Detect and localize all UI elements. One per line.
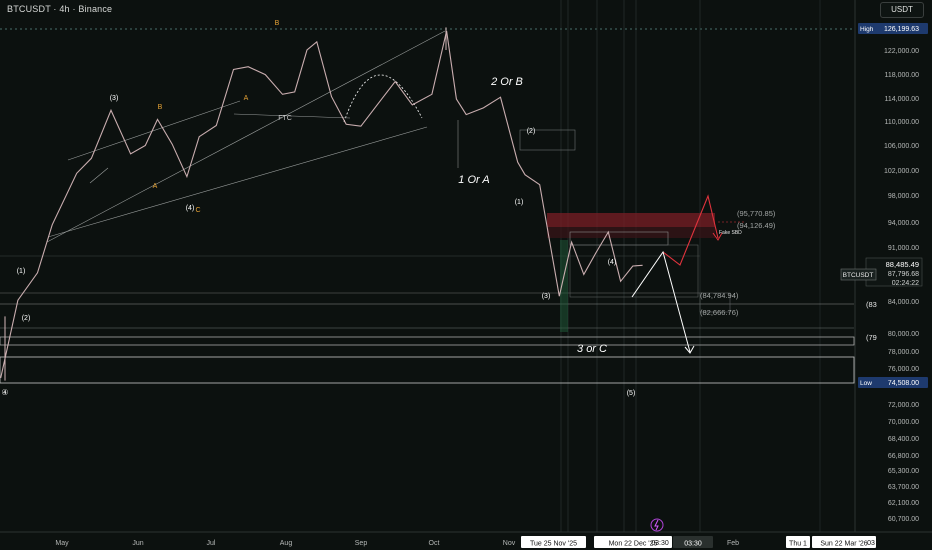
- wave-label: (5): [627, 390, 636, 397]
- price-axis-tick: 102,000.00: [884, 168, 919, 175]
- channel-line: [47, 126, 428, 238]
- time-axis-tick: Nov: [503, 540, 516, 547]
- time-axis-tick: Sep: [355, 540, 368, 547]
- wave-label: (4): [608, 259, 617, 266]
- prev-price: 87,796.68: [888, 271, 919, 278]
- crosshair-date: Sun 22 Mar '26: [820, 541, 867, 548]
- resistance-zone: [547, 213, 715, 227]
- event-icon: [650, 518, 664, 532]
- wave-label-major: 2 Or B: [490, 76, 523, 88]
- time-axis-tick: Oct: [429, 540, 440, 547]
- arc-curve: [343, 74, 423, 123]
- wave-label: FTC: [278, 115, 292, 122]
- price-axis-tick: 70,000.00: [888, 419, 919, 426]
- wave-label: (2): [527, 128, 536, 135]
- range-box: [569, 244, 699, 298]
- price-axis-tick: 94,000.00: [888, 220, 919, 227]
- wave-label: (3): [110, 95, 119, 102]
- high-value: 126,199.63: [884, 26, 919, 33]
- channel-line: [46, 30, 446, 243]
- price-axis-tick: 114,000.00: [884, 96, 919, 103]
- level-label: (94,126.49): [737, 221, 776, 230]
- price-chart[interactable]: (1) (2) (3) (4) A B C A B FTC (1) (2) (3) (4) (5) 1 Or …: [0, 0, 932, 550]
- wave-label: A: [153, 183, 158, 190]
- symbol-title: BTCUSDT · 4h · Binance: [7, 4, 113, 14]
- level-79-label: (79: [866, 333, 877, 342]
- crosshair-time: 03: [867, 540, 875, 547]
- price-axis-tick: 110,000.00: [884, 119, 919, 126]
- price-line: [0, 30, 643, 379]
- price-axis-tick: 84,000.00: [888, 299, 919, 306]
- price-axis-tick: 122,000.00: [884, 48, 919, 55]
- wave-label: C: [195, 207, 200, 214]
- price-axis-tick: 98,000.00: [888, 193, 919, 200]
- price-axis-tick: 62,100.00: [888, 500, 919, 507]
- price-axis-tick: 76,000.00: [888, 366, 919, 373]
- level-label: (82,666.76): [700, 308, 739, 317]
- wave-label: B: [158, 104, 163, 111]
- wave-label-major: 3 or C: [577, 343, 607, 355]
- wave-label-major: 1 Or A: [458, 174, 489, 186]
- countdown: 02:24:22: [892, 280, 919, 287]
- low-value: 74,508.00: [888, 380, 919, 387]
- level-label: (95,770.85): [737, 209, 776, 218]
- crosshair-date: Tue 25 Nov '25: [530, 541, 577, 548]
- crosshair-date: Mon 22 Dec '25: [609, 541, 658, 548]
- time-axis-tick: Jun: [132, 540, 143, 547]
- crosshair-time: 03:30: [684, 541, 702, 548]
- channel-line: [89, 167, 109, 184]
- ftc-line: [233, 113, 351, 119]
- price-axis-tick: 65,300.00: [888, 468, 919, 475]
- wave-label: (3): [542, 293, 551, 300]
- fake-sbd-label: Fake SBD: [719, 230, 742, 236]
- support-box-2: [0, 336, 855, 346]
- wave-label: ④: [1, 388, 8, 397]
- time-axis-tick: Aug: [280, 540, 293, 547]
- wave-label: (4): [186, 205, 195, 212]
- crosshair-date: Thu 1: [789, 541, 807, 548]
- crosshair-time: 03:30: [651, 540, 669, 547]
- support-box: [0, 356, 855, 384]
- wave-label: B: [275, 20, 280, 27]
- price-axis-tick: 72,000.00: [888, 402, 919, 409]
- high-label: High: [860, 26, 874, 33]
- level-label: (84,784.94): [700, 291, 739, 300]
- wave-label: (1): [17, 268, 26, 275]
- low-label: Low: [860, 380, 872, 387]
- currency-button[interactable]: USDT: [880, 2, 924, 18]
- wave-label: A: [244, 95, 249, 102]
- wave-label: (1): [515, 199, 524, 206]
- price-axis-tick: 91,000.00: [888, 245, 919, 252]
- price-axis-tick: 80,000.00: [888, 331, 919, 338]
- price-axis-tick: 63,700.00: [888, 484, 919, 491]
- wave-label: (2): [22, 315, 31, 322]
- level-83-label: (83: [866, 300, 877, 309]
- price-axis-tick: 118,000.00: [884, 72, 919, 79]
- time-axis-tick: May: [55, 540, 69, 547]
- time-axis-tick: Jul: [207, 540, 216, 547]
- resistance-zone-lower: [547, 227, 715, 238]
- price-axis-tick: 78,000.00: [888, 349, 919, 356]
- price-axis-tick: 66,800.00: [888, 453, 919, 460]
- time-axis-tick: Feb: [727, 540, 739, 547]
- lightning-icon: [654, 519, 659, 531]
- price-axis-tick: 68,400.00: [888, 436, 919, 443]
- price-axis-tick: 60,700.00: [888, 516, 919, 523]
- last-price: 88,485.49: [886, 260, 919, 269]
- symbol-badge: BTCUSDT: [843, 272, 874, 279]
- chart-area[interactable]: (1) (2) (3) (4) A B C A B FTC (1) (2) (3) (4) (5) 1 Or …: [0, 0, 932, 550]
- price-axis-tick: 106,000.00: [884, 143, 919, 150]
